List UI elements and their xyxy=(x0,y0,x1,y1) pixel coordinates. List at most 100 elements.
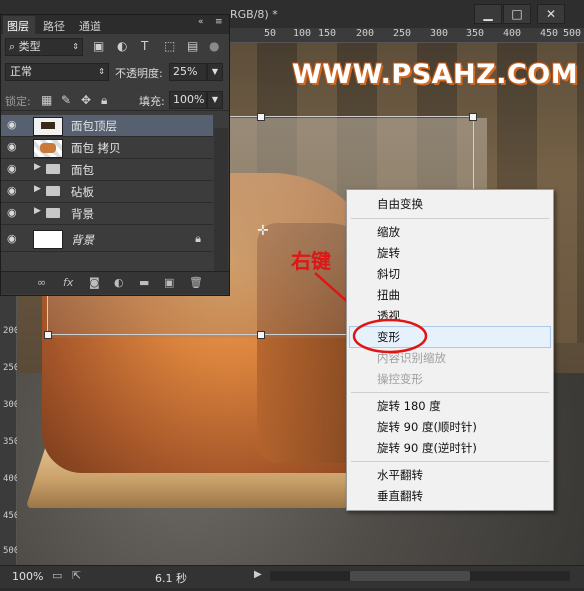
search-icon: ⌕ xyxy=(9,40,16,53)
background-layer-row[interactable]: ◉ 背景 🔒︎ xyxy=(1,227,213,252)
folder-icon xyxy=(46,164,60,174)
fill-dropdown-button[interactable]: ▼ xyxy=(207,91,223,109)
menu-item-rotate[interactable]: 旋转 xyxy=(377,244,400,262)
timing-info: 6.1 秒 xyxy=(155,572,187,585)
close-button[interactable]: ✕ xyxy=(537,4,565,24)
horizontal-scrollbar[interactable] xyxy=(270,571,570,581)
transform-handle[interactable] xyxy=(44,331,52,339)
delete-layer-icon[interactable]: 🗑︎ xyxy=(189,276,203,289)
visibility-eye-icon[interactable]: ◉ xyxy=(7,162,17,175)
transform-center-icon[interactable]: ✛ xyxy=(257,223,269,239)
layer-group-row[interactable]: ◉ ▶ 背景 xyxy=(1,203,213,225)
menu-item-skew[interactable]: 斜切 xyxy=(377,265,400,283)
opacity-input[interactable]: 25% xyxy=(169,63,207,81)
layer-name: 背景 xyxy=(71,233,94,247)
lock-position-icon[interactable]: ✥ xyxy=(81,93,91,107)
share-icon[interactable]: ⇱ xyxy=(72,569,81,582)
lock-icon: 🔒︎ xyxy=(195,232,201,245)
lock-transparent-icon[interactable]: ▦ xyxy=(41,93,52,107)
adjustment-filter-icon[interactable]: ◐ xyxy=(117,39,127,53)
chevron-down-icon: ⇕ xyxy=(98,67,105,76)
smart-object-filter-icon[interactable]: ▤ xyxy=(187,39,198,53)
shape-filter-icon[interactable]: ⬚ xyxy=(164,39,175,53)
opacity-dropdown-button[interactable]: ▼ xyxy=(207,63,223,81)
menu-item-flip-horizontal[interactable]: 水平翻转 xyxy=(377,466,423,484)
fill-value: 100% xyxy=(173,93,205,106)
zoom-level[interactable]: 100% xyxy=(12,570,43,583)
ruler-label: 300 xyxy=(430,28,449,39)
menu-item-scale[interactable]: 缩放 xyxy=(377,223,400,241)
transform-handle[interactable] xyxy=(469,113,477,121)
tab-layers[interactable]: 图层 xyxy=(7,18,29,34)
visibility-eye-icon[interactable]: ◉ xyxy=(7,118,17,131)
document-title: RGB/8) * xyxy=(230,8,278,21)
lock-all-icon[interactable]: 🔒︎ xyxy=(101,93,107,108)
folder-icon xyxy=(46,208,60,218)
chevron-down-icon: ⇕ xyxy=(72,42,79,51)
filter-toggle-icon[interactable]: ● xyxy=(209,39,219,53)
ruler-label: 450 xyxy=(540,28,559,39)
tab-channels[interactable]: 通道 xyxy=(79,18,101,34)
fill-input[interactable]: 100% xyxy=(169,91,207,109)
filter-row: ⌕ 类型 ⇕ ▣ ◐ T ⬚ ▤ ● xyxy=(1,37,229,57)
type-filter-icon[interactable]: T xyxy=(141,39,148,53)
expand-arrow-icon[interactable]: ▶ xyxy=(34,162,41,172)
expand-arrow-icon[interactable]: ▶ xyxy=(34,206,41,216)
link-layers-icon[interactable]: ∞ xyxy=(37,276,46,289)
ruler-label: 200 xyxy=(3,326,20,336)
visibility-eye-icon[interactable]: ◉ xyxy=(7,232,17,245)
lock-label: 锁定: xyxy=(5,95,31,108)
menu-item-rotate-90-ccw[interactable]: 旋转 90 度(逆时针) xyxy=(377,439,477,457)
ruler-label: 200 xyxy=(356,28,375,39)
layer-name: 面包 拷贝 xyxy=(71,141,121,155)
collapse-panel-icon[interactable]: « xyxy=(198,17,204,27)
menu-item-rotate-180[interactable]: 旋转 180 度 xyxy=(377,397,441,415)
adjustment-layer-icon[interactable]: ◐ xyxy=(114,276,124,289)
add-mask-icon[interactable]: ◙ xyxy=(89,276,100,289)
ruler-label: 500 xyxy=(563,28,582,39)
expand-arrow-icon[interactable]: ▶ xyxy=(34,184,41,194)
minimize-button[interactable]: ▁ xyxy=(474,4,502,24)
ruler-label: 400 xyxy=(3,474,20,484)
ruler-label: 50 xyxy=(264,28,277,39)
layer-name: 砧板 xyxy=(71,185,94,199)
scrollbar-thumb[interactable] xyxy=(350,571,470,581)
layer-thumbnail xyxy=(33,117,63,136)
filter-kind-select[interactable]: ⌕ 类型 ⇕ xyxy=(5,38,83,56)
blend-mode-value: 正常 xyxy=(10,65,32,78)
menu-item-free-transform[interactable]: 自由变换 xyxy=(377,195,423,213)
lock-image-icon[interactable]: ✎ xyxy=(61,93,71,107)
menu-item-distort[interactable]: 扭曲 xyxy=(377,286,400,304)
layer-name: 面包 xyxy=(71,163,94,177)
visibility-eye-icon[interactable]: ◉ xyxy=(7,184,17,197)
layer-row[interactable]: ◉ 面包顶层 xyxy=(1,115,213,137)
status-menu-arrow-icon[interactable]: ▶ xyxy=(254,569,262,580)
menu-item-rotate-90-cw[interactable]: 旋转 90 度(顺时针) xyxy=(377,418,477,436)
transform-handle[interactable] xyxy=(257,331,265,339)
blend-mode-select[interactable]: 正常 ⇕ xyxy=(5,63,109,81)
layer-style-icon[interactable]: fx xyxy=(63,276,73,289)
layers-scrollbar[interactable] xyxy=(214,128,228,274)
menu-item-flip-vertical[interactable]: 垂直翻转 xyxy=(377,487,423,505)
panel-menu-icon[interactable]: ≡ xyxy=(215,17,223,27)
opacity-label: 不透明度: xyxy=(115,67,163,80)
ruler-label: 250 xyxy=(3,363,20,373)
transform-handle[interactable] xyxy=(257,113,265,121)
new-group-icon[interactable]: ▬ xyxy=(139,276,149,289)
layers-panel: 图层 路径 通道 « ≡ ⌕ 类型 ⇕ ▣ ◐ T ⬚ ▤ ● 正常 ⇕ 不透明… xyxy=(0,14,230,296)
new-layer-icon[interactable]: ▣ xyxy=(164,276,174,289)
layer-row[interactable]: ◉ 面包 拷贝 xyxy=(1,137,213,159)
ruler-label: 300 xyxy=(3,400,20,410)
maximize-button[interactable]: □ xyxy=(503,4,531,24)
blend-opacity-row: 正常 ⇕ 不透明度: 25% ▼ xyxy=(1,62,229,82)
layer-group-row[interactable]: ◉ ▶ 面包 xyxy=(1,159,213,181)
layer-group-row[interactable]: ◉ ▶ 砧板 xyxy=(1,181,213,203)
tab-paths[interactable]: 路径 xyxy=(43,18,65,34)
visibility-eye-icon[interactable]: ◉ xyxy=(7,140,17,153)
menu-separator xyxy=(351,218,549,219)
ruler-label: 100 xyxy=(293,28,312,39)
visibility-eye-icon[interactable]: ◉ xyxy=(7,206,17,219)
pixel-filter-icon[interactable]: ▣ xyxy=(93,39,104,53)
menu-separator xyxy=(351,461,549,462)
document-profile-icon[interactable]: ▭ xyxy=(52,569,62,582)
